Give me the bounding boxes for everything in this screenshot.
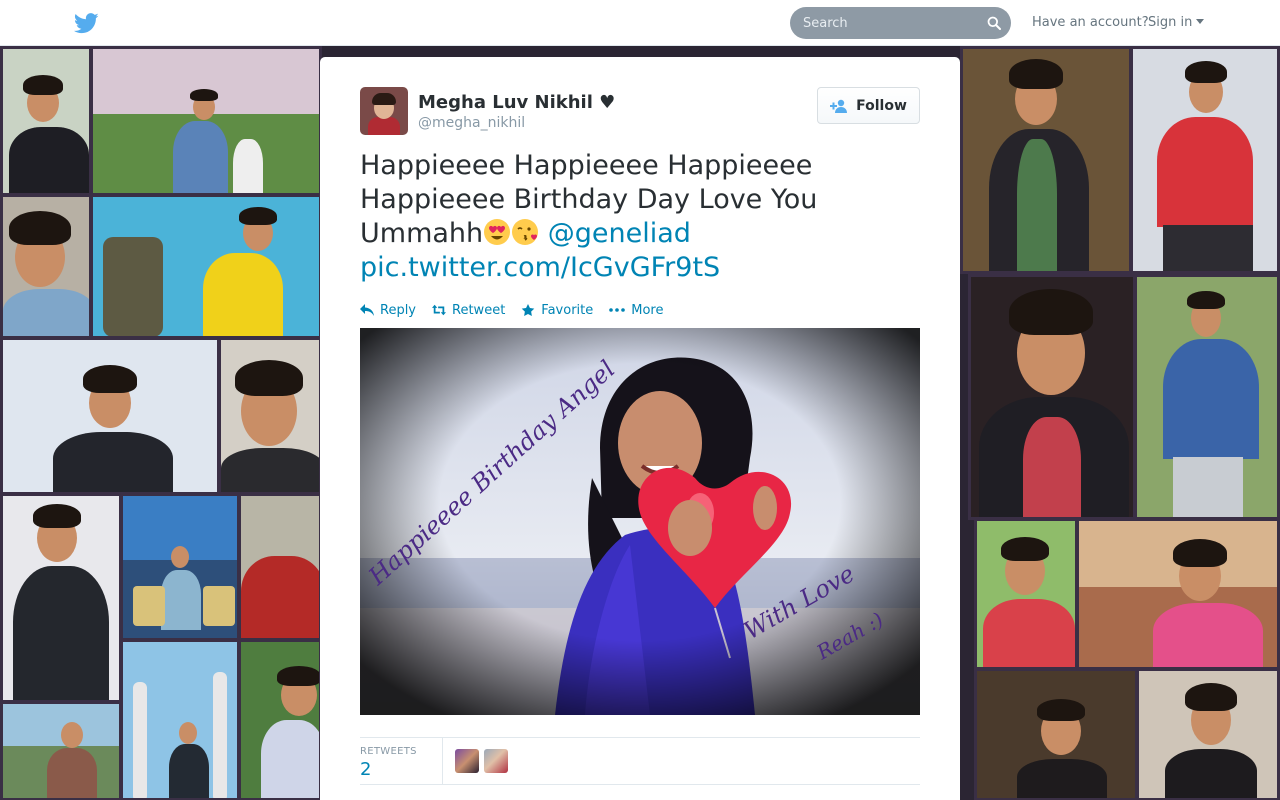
reply-action[interactable]: Reply — [360, 301, 416, 319]
top-bar: Have an account? Sign in — [0, 0, 1280, 46]
background-photo — [238, 639, 322, 800]
search-icon[interactable] — [987, 16, 1001, 30]
heart-eyes-emoji-icon — [484, 219, 511, 245]
background-photo — [1130, 46, 1280, 274]
background-photo — [218, 337, 322, 495]
user-avatar[interactable] — [360, 87, 408, 135]
more-dots-icon — [609, 308, 626, 312]
retweets-count[interactable]: 2 — [360, 759, 371, 780]
search-box[interactable] — [790, 7, 1011, 39]
search-input[interactable] — [790, 7, 970, 39]
background-photo — [968, 274, 1136, 520]
background-photo — [120, 639, 240, 800]
background-photo — [0, 46, 92, 196]
follow-button[interactable]: Follow — [817, 87, 920, 124]
add-user-icon — [830, 99, 848, 113]
star-icon — [522, 304, 535, 316]
retweeter-avatar[interactable] — [484, 749, 508, 773]
retweeter-avatar[interactable] — [455, 749, 479, 773]
twitter-bird-icon[interactable] — [74, 13, 99, 34]
caret-down-icon — [1196, 19, 1205, 24]
user-handle[interactable]: @megha_nikhil — [418, 115, 525, 131]
have-account-text: Have an account? — [1032, 15, 1149, 30]
background-photo — [960, 46, 1132, 274]
stats-divider — [442, 738, 443, 784]
background-photo — [1076, 518, 1280, 670]
tweet-card: Megha Luv Nikhil ♥ @megha_nikhil Follow … — [320, 57, 960, 800]
background-photo — [238, 493, 322, 641]
tweet-stats: RETWEETS 2 — [360, 737, 920, 785]
background-photo — [90, 46, 322, 196]
tweet-text: Happieeee Happieeee Happieeee Happieeee … — [360, 149, 920, 285]
birthday-photo: Happieeee Birthday Angel With Love Reah … — [360, 328, 920, 715]
favorite-label: Favorite — [541, 302, 594, 318]
reply-label: Reply — [380, 302, 417, 318]
background-photo — [0, 493, 122, 703]
retweet-action[interactable]: Retweet — [432, 301, 505, 319]
sign-in-dropdown[interactable]: Sign in — [1148, 15, 1205, 30]
background-photo — [974, 518, 1078, 670]
user-fullname[interactable]: Megha Luv Nikhil ♥ — [418, 92, 615, 113]
mention-link[interactable]: @geneliad — [548, 218, 691, 249]
retweet-label: Retweet — [452, 302, 506, 318]
background-photo — [0, 337, 220, 495]
tweet-actions: Reply Retweet Favorite More — [360, 301, 663, 319]
follow-label: Follow — [856, 97, 907, 114]
background-photo — [0, 194, 92, 339]
sign-in-label: Sign in — [1148, 15, 1193, 30]
background-photo — [90, 194, 322, 339]
tweet-media-photo[interactable]: Happieeee Birthday Angel With Love Reah … — [360, 328, 920, 715]
retweets-label: RETWEETS — [360, 746, 417, 757]
retweet-icon — [432, 304, 447, 316]
background-photo — [974, 668, 1138, 800]
background-photo — [0, 701, 122, 800]
background-photo — [120, 493, 240, 641]
more-label: More — [631, 302, 664, 318]
favorite-action[interactable]: Favorite — [521, 301, 593, 319]
more-action[interactable]: More — [609, 301, 663, 319]
kissing-face-emoji-icon — [512, 219, 539, 245]
pic-link[interactable]: pic.twitter.com/IcGvGFr9tS — [360, 252, 720, 283]
background-photo — [1136, 668, 1280, 800]
background-photo — [1134, 274, 1280, 520]
reply-icon — [360, 304, 374, 316]
